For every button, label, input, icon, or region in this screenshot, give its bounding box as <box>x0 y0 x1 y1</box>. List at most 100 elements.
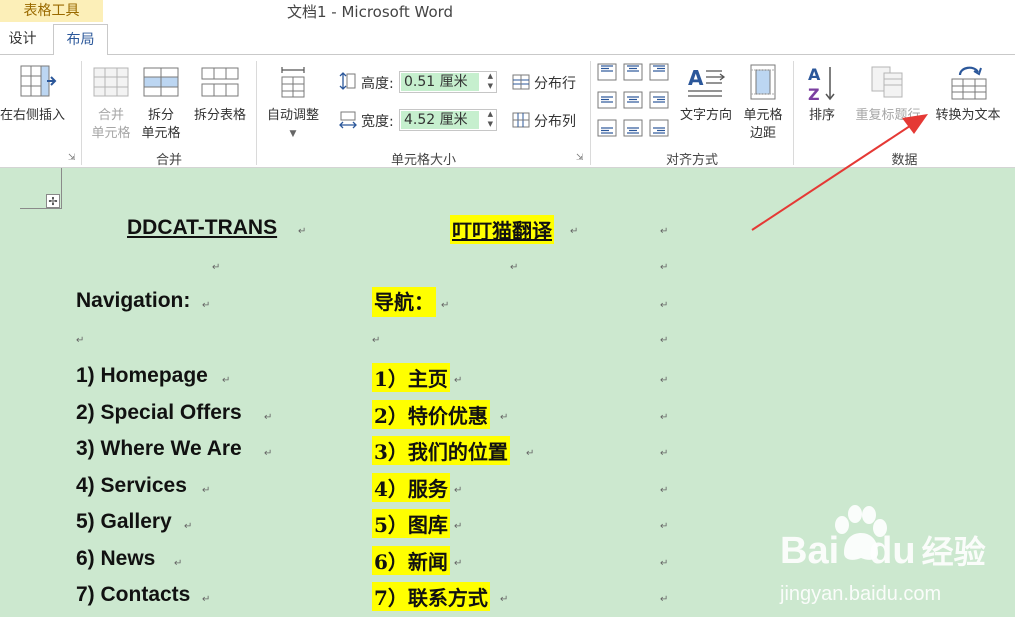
spin-down-icon[interactable]: ▼ <box>488 119 493 129</box>
cell-end-mark: ↵ <box>372 335 381 346</box>
text-direction-button[interactable]: A 文字方向 <box>675 59 737 125</box>
window-title: 文档1 - Microsoft Word <box>287 3 454 21</box>
cell-end-mark: ↵ <box>264 411 273 423</box>
align-bottom-right-button[interactable] <box>649 119 669 137</box>
convert-to-text-button[interactable]: 转换为文本 <box>928 59 1008 125</box>
cell-end-mark: ↵ <box>212 262 221 273</box>
row-height-icon <box>339 72 356 90</box>
distribute-columns-button[interactable]: 分布列 <box>510 109 584 131</box>
table-move-handle[interactable]: ✢ <box>46 194 60 208</box>
cell-end-mark: ↵ <box>441 300 450 311</box>
align-top-center-icon <box>623 63 643 81</box>
merge-cells-label-2: 单元格 <box>91 126 131 141</box>
autofit-label: 自动调整 <box>266 108 319 123</box>
row-end-mark: ↵ <box>660 484 669 496</box>
merge-cells-label-1: 合并 <box>97 108 124 123</box>
list-item-english: 5) Gallery <box>76 510 172 533</box>
align-top-left-icon <box>597 63 617 81</box>
merge-cells-button[interactable]: 合并 单元格 <box>88 59 134 143</box>
merge-group-label: 合并 <box>155 153 182 168</box>
align-middle-left-button[interactable] <box>597 91 617 109</box>
cell-end-mark: ↵ <box>222 375 231 386</box>
cell-end-mark: ↵ <box>76 335 85 346</box>
column-width-icon <box>339 111 357 129</box>
svg-text:A: A <box>808 65 821 84</box>
align-bottom-center-button[interactable] <box>623 119 643 137</box>
cell-end-mark: ↵ <box>202 484 211 496</box>
insert-column-right-icon <box>20 65 57 97</box>
spin-up-icon[interactable]: ▲ <box>488 71 493 81</box>
cell-end-mark: ↵ <box>500 594 509 605</box>
row-end-mark: ↵ <box>660 411 669 423</box>
distribute-columns-icon <box>512 112 530 128</box>
row-end-mark: ↵ <box>660 521 669 532</box>
autofit-button[interactable]: 自动调整 ▼ <box>262 59 324 143</box>
cell-end-mark: ↵ <box>202 594 211 605</box>
list-item-chinese: 1）主页 <box>372 363 450 392</box>
list-item-english: 3) Where We Are <box>76 437 242 460</box>
rows-columns-launcher[interactable]: ⇲ <box>68 153 76 163</box>
split-cells-icon <box>143 67 179 97</box>
list-item-english: 2) Special Offers <box>76 400 242 424</box>
spin-up-icon[interactable]: ▲ <box>488 109 493 119</box>
watermark-brand-part2: du <box>869 530 916 572</box>
align-bottom-right-icon <box>649 119 669 137</box>
sort-icon: A Z <box>808 65 835 103</box>
contextual-tab-group: 表格工具 <box>0 0 103 22</box>
align-middle-left-icon <box>597 91 617 109</box>
cell-end-mark: ↵ <box>298 226 307 237</box>
annotation-arrow <box>751 114 928 231</box>
cell-end-mark: ↵ <box>454 521 463 532</box>
autofit-icon <box>281 67 305 98</box>
cell-end-mark: ↵ <box>454 484 463 496</box>
baidu-jingyan-watermark: Bai du 经验 jingyan.baidu.com <box>780 505 1010 615</box>
split-table-icon <box>201 67 239 97</box>
insert-right-button[interactable]: 在右侧插入 <box>0 59 78 125</box>
width-field[interactable]: 4.52 厘米 ▲ ▼ <box>399 109 497 131</box>
align-bottom-left-button[interactable] <box>597 119 617 137</box>
ribbon-tabs: 设计 布局 <box>0 24 1015 55</box>
list-item-english: 4) Services <box>76 473 187 497</box>
list-item-chinese: 5）图库 <box>372 509 450 538</box>
svg-text:Z: Z <box>808 85 820 103</box>
svg-text:A: A <box>688 66 704 90</box>
watermark-url: jingyan.baidu.com <box>780 583 942 605</box>
align-top-center-button[interactable] <box>623 63 643 81</box>
distribute-rows-button[interactable]: 分布行 <box>510 71 584 93</box>
align-top-right-button[interactable] <box>649 63 669 81</box>
navigation-english: Navigation: <box>76 289 191 312</box>
width-value: 4.52 厘米 <box>401 111 479 129</box>
watermark-brand: Bai du 经验 <box>780 527 986 573</box>
list-item-english: 1) Homepage <box>76 364 208 387</box>
height-field[interactable]: 0.51 厘米 ▲ ▼ <box>399 71 497 93</box>
split-cells-button[interactable]: 拆分 单元格 <box>138 59 184 143</box>
tab-layout[interactable]: 布局 <box>53 24 108 55</box>
merge-cells-icon <box>93 67 129 97</box>
cell-size-launcher[interactable]: ⇲ <box>576 153 584 163</box>
tab-design[interactable]: 设计 <box>0 24 45 54</box>
cell-end-mark: ↵ <box>174 557 183 569</box>
cell-end-mark: ↵ <box>202 300 211 311</box>
split-table-button[interactable]: 拆分表格 <box>188 59 252 125</box>
align-middle-center-button[interactable] <box>623 91 643 109</box>
cell-end-mark: ↵ <box>526 448 535 459</box>
navigation-chinese: 导航： <box>372 287 436 317</box>
row-end-mark: ↵ <box>660 375 669 386</box>
cell-margins-icon <box>750 64 776 100</box>
align-middle-right-icon <box>649 91 669 109</box>
align-bottom-left-icon <box>597 119 617 137</box>
distribute-rows-icon <box>512 74 530 90</box>
align-top-left-button[interactable] <box>597 63 617 81</box>
chevron-down-icon: ▼ <box>289 129 297 139</box>
row-end-mark: ↵ <box>660 594 669 605</box>
align-top-right-icon <box>649 63 669 81</box>
list-item-chinese: 7）联系方式 <box>372 582 490 611</box>
row-end-mark: ↵ <box>660 300 669 311</box>
height-value: 0.51 厘米 <box>401 73 479 91</box>
align-middle-right-button[interactable] <box>649 91 669 109</box>
header-chinese: 叮叮猫翻译 <box>450 215 554 244</box>
distribute-rows-label: 分布行 <box>534 76 576 92</box>
text-direction-icon: A <box>688 66 726 97</box>
cell-end-mark: ↵ <box>500 411 509 423</box>
spin-down-icon[interactable]: ▼ <box>488 81 493 91</box>
